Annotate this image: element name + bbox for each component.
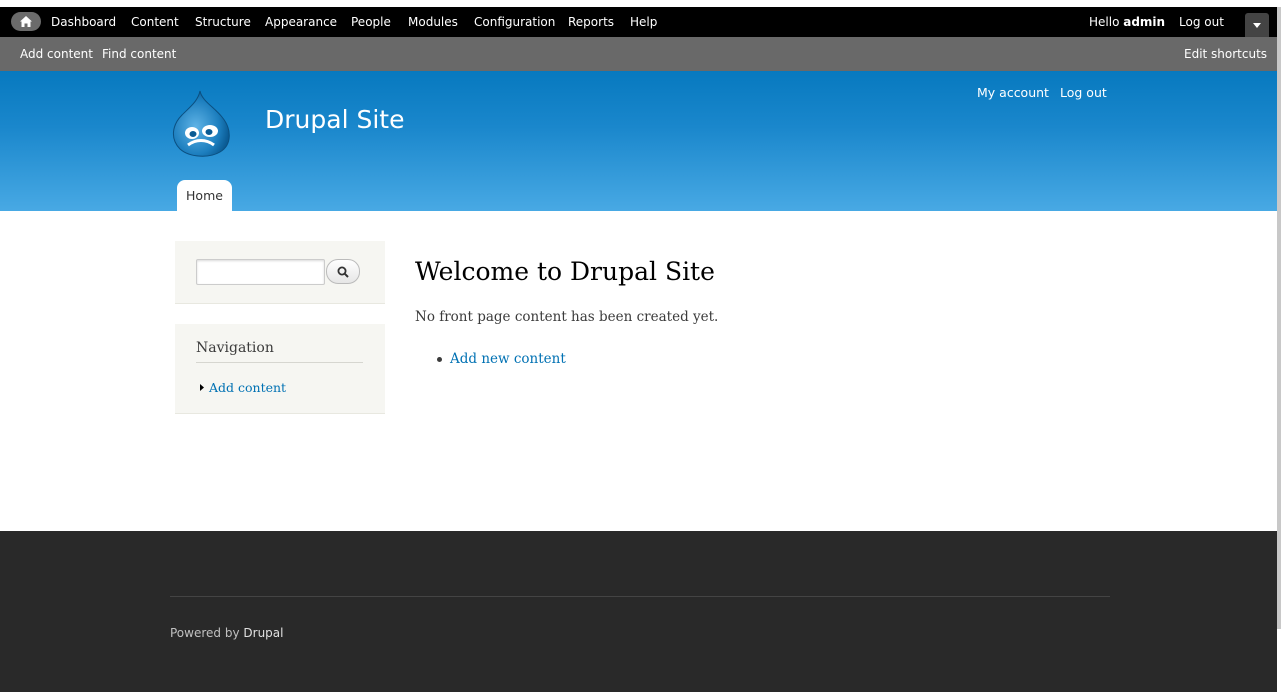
shortcuts-bar: Add content Find content Edit shortcuts <box>0 37 1277 71</box>
toolbar-reports[interactable]: Reports <box>568 15 614 29</box>
greeting-prefix: Hello <box>1089 15 1124 29</box>
toolbar-drawer-toggle[interactable] <box>1245 13 1269 37</box>
header-logout-link[interactable]: Log out <box>1060 85 1107 100</box>
toolbar-appearance[interactable]: Appearance <box>265 15 337 29</box>
shortcut-add-content[interactable]: Add content <box>20 47 93 61</box>
drupal-logo[interactable] <box>170 89 236 161</box>
toolbar-content[interactable]: Content <box>131 15 179 29</box>
my-account-link[interactable]: My account <box>977 85 1049 100</box>
search-input[interactable] <box>196 259 325 285</box>
search-icon <box>337 266 349 278</box>
site-header: Drupal Site My account Log out Home <box>0 71 1277 211</box>
shortcut-find-content[interactable]: Find content <box>102 47 176 61</box>
site-footer: Powered by Drupal <box>0 531 1277 692</box>
window-top-strip <box>0 0 1281 7</box>
home-button[interactable] <box>11 12 41 31</box>
search-button[interactable] <box>326 259 360 284</box>
edit-shortcuts-link[interactable]: Edit shortcuts <box>1184 47 1267 61</box>
drupal-link[interactable]: Drupal <box>243 626 283 640</box>
username[interactable]: admin <box>1123 15 1165 29</box>
site-name[interactable]: Drupal Site <box>265 105 404 134</box>
drupal-drop-icon <box>173 90 230 157</box>
toolbar-dashboard[interactable]: Dashboard <box>51 15 116 29</box>
add-new-content-link[interactable]: Add new content <box>450 351 566 367</box>
footer-divider <box>170 596 1110 597</box>
navigation-title: Navigation <box>196 340 363 363</box>
triangle-right-icon <box>200 384 204 391</box>
bullet <box>437 356 442 362</box>
powered-by: Powered by Drupal <box>170 626 283 640</box>
page-title: Welcome to Drupal Site <box>415 257 715 286</box>
triangle-down-icon <box>1253 22 1261 28</box>
navigation-block: Navigation Add content <box>175 324 385 414</box>
tab-home[interactable]: Home <box>177 180 232 211</box>
powered-by-text: Powered by <box>170 626 240 640</box>
home-icon <box>20 16 32 27</box>
navigation-item[interactable]: Add content <box>200 380 286 395</box>
toolbar-structure[interactable]: Structure <box>195 15 251 29</box>
toolbar-configuration[interactable]: Configuration <box>474 15 555 29</box>
empty-message: No front page content has been created y… <box>415 309 719 325</box>
page-scrollbar[interactable] <box>1277 7 1281 629</box>
navigation-add-content-link[interactable]: Add content <box>209 380 286 395</box>
greeting: Hello admin <box>1089 15 1165 29</box>
toolbar-people[interactable]: People <box>351 15 391 29</box>
main-region: Navigation Add content Welcome to Drupal… <box>0 211 1277 531</box>
toolbar-help[interactable]: Help <box>630 15 657 29</box>
toolbar-modules[interactable]: Modules <box>408 15 458 29</box>
search-block <box>175 241 385 304</box>
toolbar-logout-link[interactable]: Log out <box>1179 15 1224 29</box>
list-item: Add new content <box>437 351 566 367</box>
admin-toolbar: Dashboard Content Structure Appearance P… <box>0 7 1277 37</box>
